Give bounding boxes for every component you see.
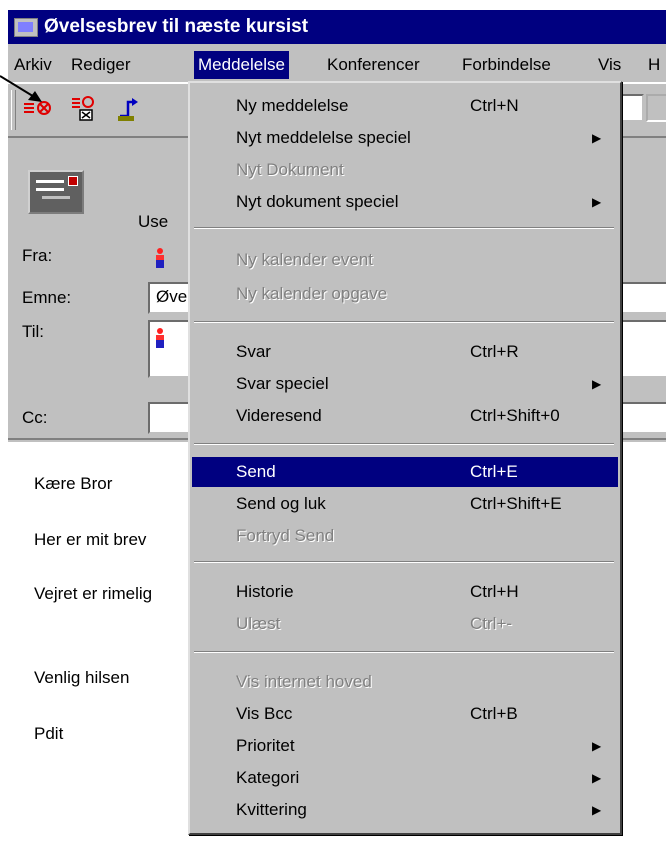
submenu-arrow-icon: ▶ [592, 803, 602, 817]
menu-item-prioritet[interactable]: Prioritet ▶ [192, 731, 618, 761]
subject-label: Emne: [22, 288, 72, 307]
body-line: Her er mit brev [34, 530, 147, 549]
menu-item-send[interactable]: Send Ctrl+E [192, 457, 618, 487]
menu-item-label: Kategori [236, 768, 300, 787]
menu-item-label: Vis Bcc [236, 704, 293, 723]
menu-separator [194, 561, 614, 563]
toolbar-combo-button[interactable] [646, 94, 666, 122]
submenu-arrow-icon: ▶ [592, 739, 602, 753]
menu-separator [194, 227, 614, 229]
menu-separator [194, 443, 614, 445]
body-line: Vejret er rimelig [34, 584, 153, 603]
menu-item-nyt-meddelelse-speciel[interactable]: Nyt meddelelse speciel ▶ [192, 123, 618, 153]
menu-item-historie[interactable]: Historie Ctrl+H [192, 577, 618, 607]
menu-item-nyt-dokument: Nyt Dokument [192, 155, 618, 185]
menu-separator [194, 321, 614, 323]
menu-item-shortcut: Ctrl+H [470, 582, 519, 601]
menu-item-shortcut: Ctrl+R [470, 342, 519, 361]
body-line: Kære Bror [34, 474, 113, 493]
message-type-icon [28, 170, 84, 214]
window-left-edge [0, 10, 8, 850]
menu-item-label: Kvittering [236, 800, 307, 819]
submenu-arrow-icon: ▶ [592, 377, 602, 391]
menu-item-label: Nyt dokument speciel [236, 192, 399, 211]
menu-item-nyt-dokument-speciel[interactable]: Nyt dokument speciel ▶ [192, 187, 618, 217]
menu-item-label: Send og luk [236, 494, 326, 513]
menu-item-ulaest: Ulæst Ctrl+- [192, 609, 618, 639]
user-label: Use [138, 212, 169, 231]
menu-item-svar[interactable]: Svar Ctrl+R [192, 337, 618, 367]
reply-icon[interactable] [114, 94, 144, 128]
menu-item-label: Vis internet hoved [236, 672, 372, 691]
menu-item-send-og-luk[interactable]: Send og luk Ctrl+Shift+E [192, 489, 618, 519]
to-label: Til: [22, 322, 45, 341]
menu-item-ny-meddelelse[interactable]: Ny meddelelse Ctrl+N [192, 91, 618, 121]
menu-bar: Arkiv Rediger Meddelelse Konferencer For… [8, 46, 666, 80]
menu-item-shortcut: Ctrl+B [470, 704, 518, 723]
send-and-close-icon[interactable] [70, 94, 100, 126]
menu-item-label: Historie [236, 582, 294, 601]
menu-separator [194, 651, 614, 653]
menu-item-label: Send [236, 462, 276, 481]
menu-item-shortcut: Ctrl+Shift+E [470, 494, 562, 513]
menu-item-label: Fortryd Send [236, 526, 335, 545]
menu-item-shortcut: Ctrl+Shift+0 [470, 406, 560, 425]
recipient-person-icon [156, 328, 164, 348]
menu-item-vis-bcc[interactable]: Vis Bcc Ctrl+B [192, 699, 618, 729]
menu-item-shortcut: Ctrl+E [470, 462, 518, 481]
menu-konferencer[interactable]: Konferencer [327, 54, 420, 76]
body-line: Venlig hilsen [34, 668, 130, 687]
menu-item-label: Prioritet [236, 736, 295, 755]
menu-vis[interactable]: Vis [598, 54, 621, 76]
toolbar-combo[interactable] [620, 94, 644, 122]
sender-person-icon [156, 248, 164, 268]
menu-item-fortryd-send: Fortryd Send [192, 521, 618, 551]
menu-item-label: Videresend [236, 406, 322, 425]
menu-item-label: Svar [236, 342, 271, 361]
app-icon[interactable] [14, 18, 38, 37]
subject-value: Øve [156, 287, 188, 306]
menu-item-label: Ny kalender event [236, 250, 374, 269]
menu-item-kvittering[interactable]: Kvittering ▶ [192, 795, 618, 825]
menu-item-svar-speciel[interactable]: Svar speciel ▶ [192, 369, 618, 399]
menu-item-vis-internet-hoved: Vis internet hoved [192, 667, 618, 697]
title-bar[interactable]: Øvelsesbrev til næste kursist [8, 10, 666, 44]
menu-item-label: Nyt meddelelse speciel [236, 128, 411, 147]
from-label: Fra: [22, 246, 53, 265]
meddelelse-dropdown-menu: Ny meddelelse Ctrl+N Nyt meddelelse spec… [188, 81, 622, 835]
body-line: Pdit [34, 724, 64, 743]
menu-item-label: Ny kalender opgave [236, 284, 388, 303]
menu-forbindelse[interactable]: Forbindelse [462, 54, 551, 76]
menu-item-ny-kalender-event: Ny kalender event [192, 245, 618, 275]
menu-rediger[interactable]: Rediger [71, 54, 131, 76]
menu-item-shortcut: Ctrl+N [470, 96, 519, 115]
cc-label: Cc: [22, 408, 48, 427]
menu-item-shortcut: Ctrl+- [470, 614, 513, 633]
menu-item-kategori[interactable]: Kategori ▶ [192, 763, 618, 793]
menu-item-label: Svar speciel [236, 374, 329, 393]
menu-item-ny-kalender-opgave: Ny kalender opgave [192, 279, 618, 309]
menu-meddelelse[interactable]: Meddelelse [194, 51, 289, 79]
menu-item-label: Ny meddelelse [236, 96, 349, 115]
submenu-arrow-icon: ▶ [592, 771, 602, 785]
submenu-arrow-icon: ▶ [592, 131, 602, 145]
window-title: Øvelsesbrev til næste kursist [44, 16, 309, 37]
pointer-arrow-icon [0, 75, 42, 102]
menu-item-videresend[interactable]: Videresend Ctrl+Shift+0 [192, 401, 618, 431]
menu-hjaelp[interactable]: H [648, 54, 660, 76]
submenu-arrow-icon: ▶ [592, 195, 602, 209]
menu-item-label: Nyt Dokument [236, 160, 344, 179]
menu-arkiv[interactable]: Arkiv [14, 54, 52, 76]
menu-item-label: Ulæst [236, 614, 281, 633]
